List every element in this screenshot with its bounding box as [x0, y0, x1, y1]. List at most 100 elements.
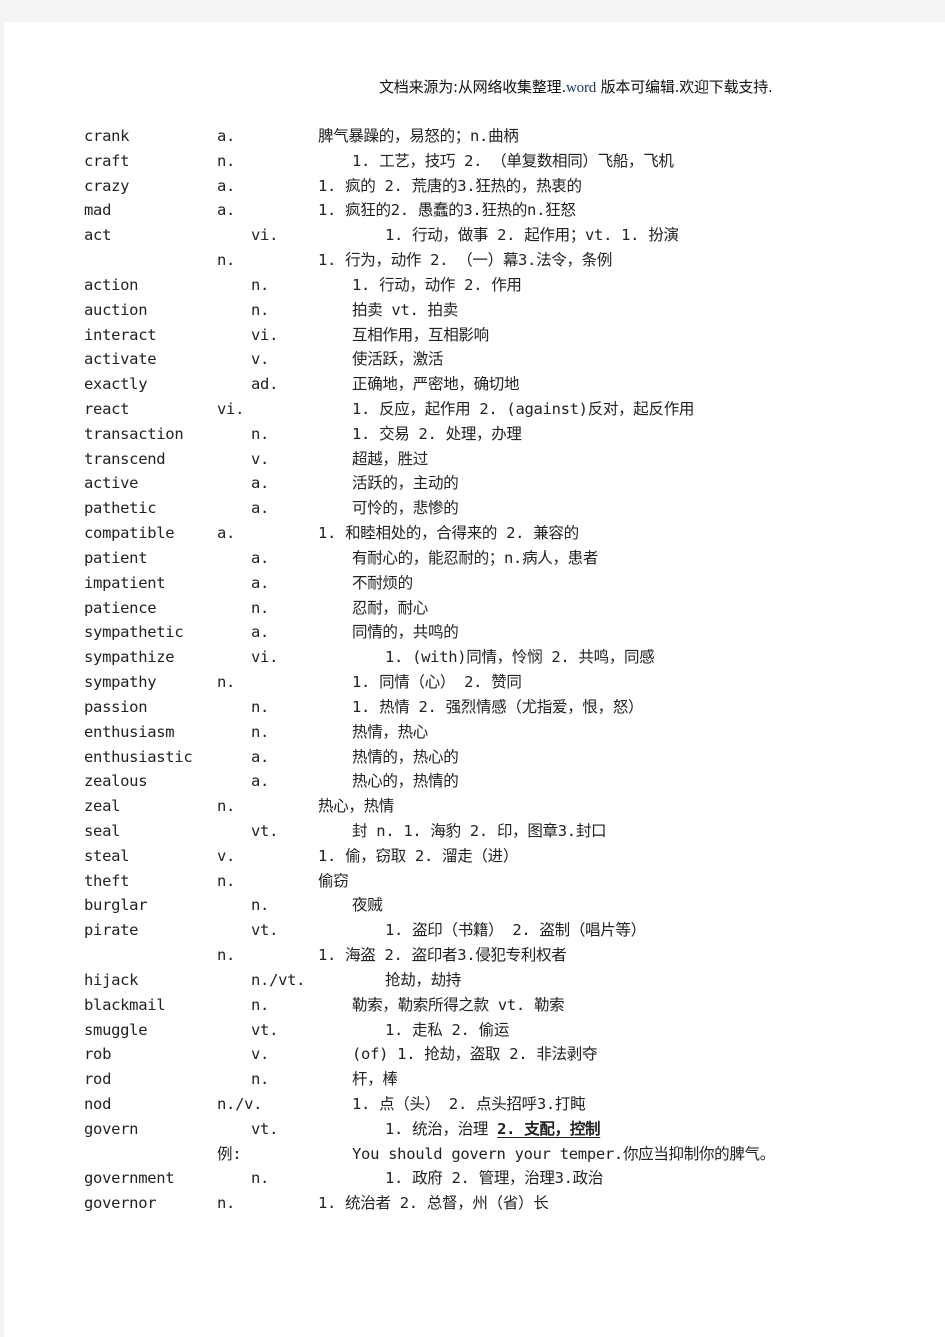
vocab-entry: transaction n. 1. 交易 2. 处理，办理	[0, 422, 945, 446]
entry-part-of-speech: v.	[251, 1045, 270, 1064]
vocab-entry: theft n. 偷窃	[0, 869, 945, 893]
entry-definition: 抢劫，劫持	[385, 968, 461, 992]
vocab-entry: pirate vt. 1. 盗印（书籍） 2. 盗制（唱片等）	[0, 918, 945, 942]
definition-text: (of) 1. 抢劫，盗取 2. 非法剥夺	[352, 1045, 598, 1064]
definition-text: 热心的，热情的	[352, 772, 459, 791]
entry-word: transcend	[84, 449, 166, 468]
vocab-entry: transcend v. 超越，胜过	[0, 447, 945, 471]
entry-part-of-speech: n.	[217, 797, 236, 816]
vocab-entry: patience n. 忍耐，耐心	[0, 596, 945, 620]
entry-part-of-speech: n.	[217, 673, 236, 692]
entry-definition: 1. 统治，治理 2. 支配，控制	[385, 1117, 601, 1141]
entry-part-of-speech: n.	[251, 722, 270, 741]
entry-definition: 1. 疯狂的2. 愚蠢的3.狂热的n.狂怒	[318, 198, 576, 222]
vocab-entry: crank a. 脾气暴躁的，易怒的；n.曲柄	[0, 124, 945, 148]
entry-definition: 脾气暴躁的，易怒的；n.曲柄	[318, 124, 519, 148]
definition-text: 同情的，共鸣的	[352, 623, 459, 642]
entry-word: activate	[84, 350, 157, 369]
entry-word: passion	[84, 697, 148, 716]
entry-part-of-speech: v.	[251, 350, 270, 369]
entry-word: blackmail	[84, 995, 166, 1014]
entry-definition: 有耐心的，能忍耐的；n.病人，患者	[352, 546, 598, 570]
entry-word: sympathize	[84, 648, 175, 667]
vocab-entry: craft n. 1. 工艺，技巧 2. （单复数相同）飞船，飞机	[0, 149, 945, 173]
entry-definition: 活跃的，主动的	[352, 471, 459, 495]
vocab-entry: steal v. 1. 偷，窃取 2. 溜走（进）	[0, 844, 945, 868]
entry-part-of-speech: n./v.	[217, 1094, 263, 1113]
entry-part-of-speech: vt.	[251, 1020, 279, 1039]
entry-definition: 1. 行动，动作 2. 作用	[352, 273, 522, 297]
entry-word: hijack	[84, 970, 139, 989]
entry-definition: 封 n. 1. 海豹 2. 印，图章3.封口	[352, 819, 607, 843]
entry-definition: 互相作用，互相影响	[352, 323, 489, 347]
entry-definition: 1. (with)同情，怜悯 2. 共鸣，同感	[385, 645, 655, 669]
definition-text: 不耐烦的	[352, 573, 413, 592]
entry-word: action	[84, 275, 139, 294]
vocab-entry: enthusiastic a. 热情的，热心的	[0, 745, 945, 769]
entry-definition: 同情的，共鸣的	[352, 620, 459, 644]
entry-definition: 正确地，严密地，确切地	[352, 372, 520, 396]
definition-text: 拍卖 vt. 拍卖	[352, 300, 458, 319]
entry-word: crank	[84, 127, 130, 145]
vocab-entry: action n. 1. 行动，动作 2. 作用	[0, 273, 945, 297]
entry-part-of-speech: n./vt.	[251, 970, 306, 989]
definition-text: You should govern your temper.你应当抑制你的脾气。	[352, 1144, 775, 1163]
entry-part-of-speech: n.	[217, 871, 236, 890]
entry-definition: 1. 点（头） 2. 点头招呼3.打盹	[352, 1092, 586, 1116]
entry-word: enthusiastic	[84, 747, 193, 766]
entry-word: sympathy	[84, 673, 157, 692]
definition-text: 忍耐，耐心	[352, 598, 429, 617]
definition-text: 1. 反应，起作用 2. (against)反对，起反作用	[352, 400, 695, 419]
entry-definition: 超越，胜过	[352, 447, 428, 471]
entry-part-of-speech: vi.	[217, 400, 245, 419]
entry-word: exactly	[84, 375, 148, 394]
definition-text: 1. 盗印（书籍） 2. 盗制（唱片等）	[385, 921, 646, 940]
entry-part-of-speech: vi.	[251, 648, 279, 667]
entry-word: rod	[84, 1070, 112, 1089]
entry-word: active	[84, 474, 139, 493]
entry-definition: 偷窃	[318, 869, 349, 893]
definition-text: 封 n. 1. 海豹 2. 印，图章3.封口	[352, 821, 607, 840]
entry-part-of-speech: a.	[251, 623, 270, 642]
definition-text: 热情，热心	[352, 722, 429, 741]
entry-definition: 1. 偷，窃取 2. 溜走（进）	[318, 844, 518, 868]
vocab-entry: activate v. 使活跃，激活	[0, 347, 945, 371]
vocab-entry: mad a. 1. 疯狂的2. 愚蠢的3.狂热的n.狂怒	[0, 198, 945, 222]
vocab-entry: impatient a. 不耐烦的	[0, 571, 945, 595]
entry-definition: 1. 同情（心） 2. 赞同	[352, 670, 522, 694]
entry-word: transaction	[84, 424, 184, 443]
vocab-entry: rob v. (of) 1. 抢劫，盗取 2. 非法剥夺	[0, 1042, 945, 1066]
entry-part-of-speech: n.	[251, 275, 270, 294]
entry-definition: (of) 1. 抢劫，盗取 2. 非法剥夺	[352, 1042, 597, 1066]
vocab-entry: patient a. 有耐心的，能忍耐的；n.病人，患者	[0, 546, 945, 570]
vocab-entry: enthusiasm n. 热情，热心	[0, 720, 945, 744]
entry-word: pirate	[84, 921, 139, 940]
entry-part-of-speech: a.	[251, 548, 270, 567]
entry-word: rob	[84, 1045, 112, 1064]
entry-part-of-speech: vi.	[251, 325, 279, 344]
definition-text: 1. 行为，动作 2. （一）幕3.法令，条例	[318, 251, 613, 270]
vocab-entry: governor n. 1. 统治者 2. 总督，州（省）长	[0, 1191, 945, 1215]
entry-word: act	[84, 226, 112, 245]
definition-text: 脾气暴躁的，易怒的；n.曲柄	[318, 127, 519, 145]
entry-definition: 1. 反应，起作用 2. (against)反对，起反作用	[352, 397, 694, 421]
entry-definition: 勒索，勒索所得之款 vt. 勒索	[352, 993, 565, 1017]
vocab-entry: n. 1. 行为，动作 2. （一）幕3.法令，条例	[0, 248, 945, 272]
entry-definition: 夜贼	[352, 893, 383, 917]
entry-part-of-speech: vt.	[251, 821, 279, 840]
entry-part-of-speech: n.	[217, 251, 236, 270]
entry-part-of-speech: n.	[251, 424, 270, 443]
entry-part-of-speech: n.	[251, 896, 270, 915]
entry-word: zeal	[84, 797, 121, 816]
source-note: 文档来源为:从网络收集整理.word 版本可编辑.欢迎下载支持.	[379, 76, 773, 97]
entry-part-of-speech: vi.	[251, 226, 279, 245]
definition-text: 有耐心的，能忍耐的；n.病人，患者	[352, 548, 599, 567]
entry-part-of-speech: n.	[217, 946, 236, 965]
entry-word: interact	[84, 325, 157, 344]
entry-word: craft	[84, 151, 130, 170]
entry-part-of-speech: ad.	[251, 375, 279, 394]
entry-word: compatible	[84, 524, 175, 543]
definition-text: 夜贼	[352, 896, 383, 915]
entry-part-of-speech: 例:	[217, 1144, 242, 1163]
definition-text: 热心，热情	[318, 797, 395, 816]
